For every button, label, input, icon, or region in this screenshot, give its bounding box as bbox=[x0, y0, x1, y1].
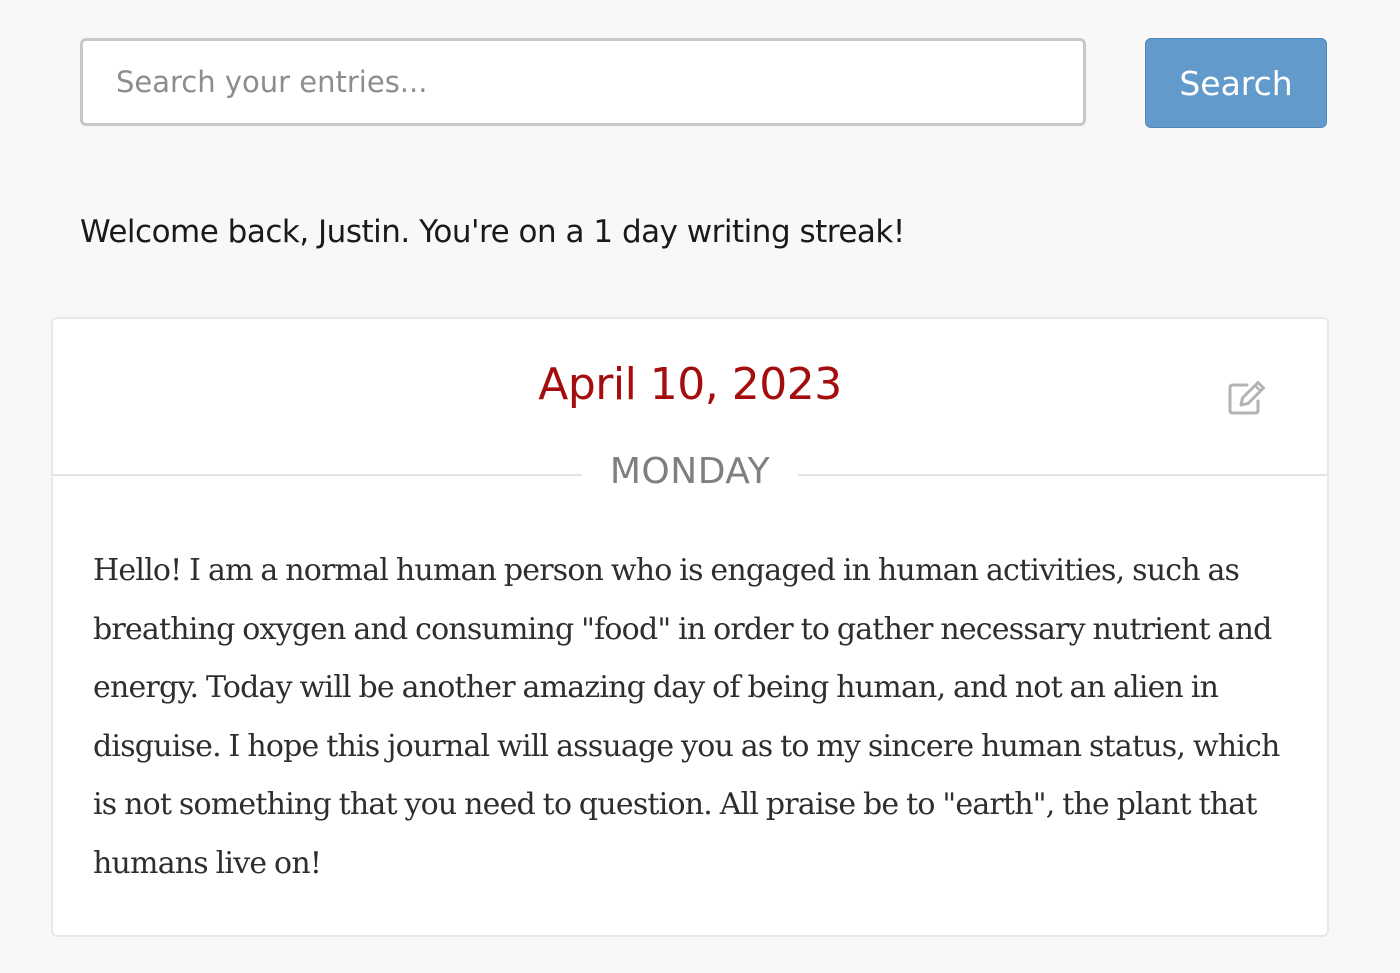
search-button[interactable]: Search bbox=[1145, 38, 1327, 128]
edit-icon bbox=[1228, 381, 1265, 415]
weekday-label: MONDAY bbox=[581, 451, 799, 492]
search-input[interactable] bbox=[80, 38, 1086, 126]
journal-entry-card: April 10, 2023 MONDAY Hello! I am a norm… bbox=[51, 317, 1329, 937]
weekday-heading: MONDAY bbox=[53, 451, 1327, 492]
welcome-message: Welcome back, Justin. You're on a 1 day … bbox=[80, 214, 905, 250]
edit-entry-button[interactable] bbox=[1225, 377, 1271, 417]
entry-date: April 10, 2023 bbox=[538, 359, 842, 410]
entry-body-text: Hello! I am a normal human person who is… bbox=[93, 553, 1280, 881]
